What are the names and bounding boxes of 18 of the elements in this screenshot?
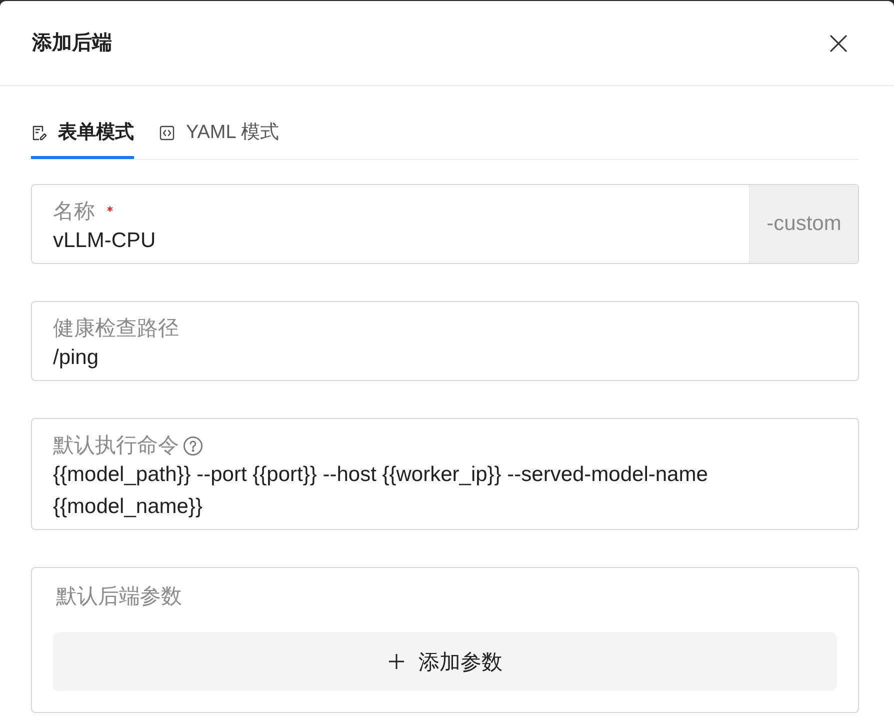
text-field[interactable]: 名称 vLLM-CPU -custom xyxy=(31,184,859,264)
field-label: 默认后端参数 xyxy=(56,584,182,610)
add-param-button[interactable]: 添加参数 xyxy=(53,632,837,691)
mode-tab[interactable]: YAML 模式 xyxy=(159,106,279,159)
close-icon xyxy=(830,34,846,52)
field-label: 默认执行命令 xyxy=(53,433,179,459)
close-button[interactable] xyxy=(829,34,847,52)
dialog-title: 添加后端 xyxy=(32,31,112,56)
text-field[interactable]: 健康检查路径 /ping xyxy=(31,301,859,381)
field-label: 名称 xyxy=(53,199,95,225)
field-label: 健康检查路径 xyxy=(53,316,179,342)
plus-icon xyxy=(388,653,404,670)
suffix-addon: -custom xyxy=(749,185,858,263)
code-icon xyxy=(159,124,175,140)
textarea-field[interactable]: 默认执行命令 {{model_path}} --port {{port}} --host {{worker_ip}} --served-model-name {{model_name}} xyxy=(31,418,859,530)
form-icon xyxy=(31,124,47,140)
help-icon[interactable] xyxy=(183,436,203,456)
mode-tab[interactable]: 表单模式 xyxy=(31,106,134,159)
